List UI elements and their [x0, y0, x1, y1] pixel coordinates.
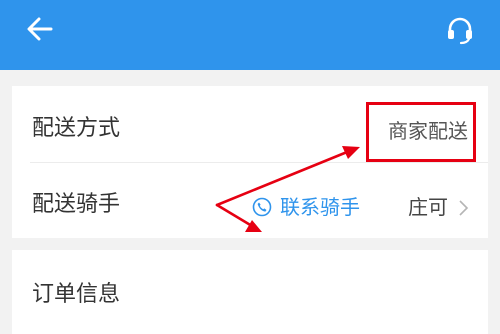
- delivery-rider-label: 配送骑手: [32, 192, 121, 217]
- order-info-card: 订单信息: [12, 250, 488, 334]
- customer-service-button[interactable]: [440, 10, 480, 50]
- rider-name: 庄可: [408, 195, 448, 219]
- annotation-highlight-box: [366, 102, 476, 162]
- order-info-title: 订单信息: [32, 282, 121, 307]
- back-arrow-icon: [27, 17, 53, 41]
- delivery-rider-row[interactable]: 配送骑手 联系骑手 庄可: [12, 162, 488, 238]
- contact-rider-label: 联系骑手: [280, 195, 360, 219]
- back-button[interactable]: [20, 12, 60, 46]
- app-bar: [0, 0, 500, 70]
- delivery-method-label: 配送方式: [32, 116, 121, 141]
- phone-icon: [252, 197, 272, 217]
- chevron-right-icon: [459, 200, 469, 216]
- headset-icon: [448, 17, 472, 45]
- contact-rider-button[interactable]: 联系骑手: [252, 192, 360, 222]
